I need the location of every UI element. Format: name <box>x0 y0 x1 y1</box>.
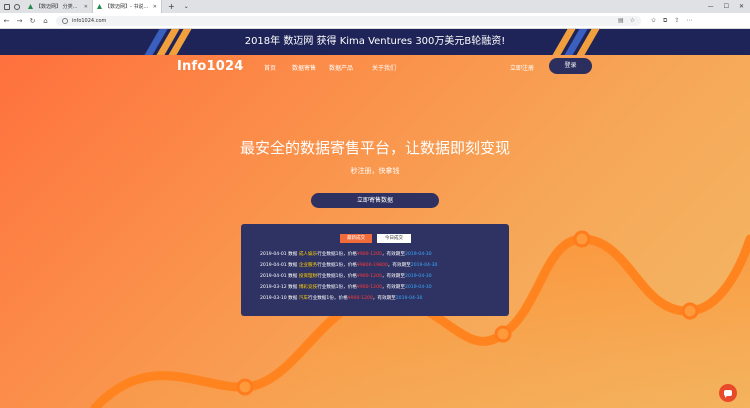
maximize-icon[interactable]: ☐ <box>724 3 729 10</box>
wave-node <box>573 230 591 248</box>
back-icon[interactable]: ← <box>0 17 13 25</box>
chat-support-button[interactable] <box>719 384 737 402</box>
favorites-icon[interactable]: ✩ <box>651 17 656 25</box>
nav-item-data-products[interactable]: 数据产品 <box>329 63 353 72</box>
favorite-star-icon[interactable]: ☆ <box>630 17 635 24</box>
site-logo[interactable]: Info1024 <box>177 59 243 74</box>
login-button[interactable]: 登录 <box>549 58 592 74</box>
new-tab-button[interactable]: + <box>162 0 181 13</box>
tab-latest-deals[interactable]: 最新成交 <box>340 234 372 243</box>
nav-item-about[interactable]: 关于我们 <box>372 63 396 72</box>
share-icon[interactable]: ⇪ <box>674 17 679 25</box>
tab-title: 【数迈网】 分类列表(数据) <box>36 4 81 10</box>
list-item: 2019-04-01 数据 企业服务行业数据1份，价格¥9800-19800，有… <box>260 263 438 268</box>
collections-icon[interactable]: ⧉ <box>663 17 667 25</box>
hero-subtitle: 秒注册，快拿钱 <box>350 167 400 175</box>
site-navbar: Info1024 首页 数据寄售 数据产品 关于我们 立即注册 登录 <box>0 55 750 81</box>
nav-item-home[interactable]: 首页 <box>264 63 276 72</box>
url-field[interactable]: info1024.com ▤ ☆ <box>56 15 641 26</box>
browser-tab-2[interactable]: 【数迈网】- 书说与数据 ✕ <box>93 0 162 13</box>
web-page: 2018年 数迈网 获得 Kima Ventures 300万美元B轮融资! I… <box>0 29 750 408</box>
hero-title: 最安全的数据寄售平台，让数据即刻变现 <box>239 139 510 157</box>
decorative-wave <box>90 230 750 408</box>
favicon-icon <box>97 4 102 9</box>
address-bar: ← → ↻ ⌂ info1024.com ▤ ☆ ✩ ⧉ ⇪ ⋯ <box>0 13 750 29</box>
close-window-icon[interactable]: ✕ <box>739 3 744 10</box>
list-item: 2019-04-01 数据 成人娱乐行业数据1份，价格¥900-1200，有效期… <box>260 252 432 257</box>
close-tab-icon[interactable]: ✕ <box>153 4 157 10</box>
url-actions: ▤ ☆ <box>618 17 635 24</box>
close-tab-icon[interactable]: ✕ <box>84 4 88 10</box>
chat-bubble-icon <box>724 390 732 398</box>
settings-more-icon[interactable]: ⋯ <box>686 17 692 25</box>
refresh-icon[interactable]: ↻ <box>26 17 39 25</box>
wave-node <box>681 302 699 320</box>
browser-tab-1[interactable]: 【数迈网】 分类列表(数据) ✕ <box>24 0 93 13</box>
toolbar-icons: ✩ ⧉ ⇪ ⋯ <box>651 17 692 25</box>
reader-icon[interactable]: ▤ <box>618 17 624 24</box>
url-text[interactable]: info1024.com <box>72 18 106 24</box>
window-controls: — ☐ ✕ <box>708 0 750 13</box>
list-item: 2019-03-10 数据 汽车行业数据1份，价格¥900-1200，有效期至2… <box>260 296 423 301</box>
forward-icon[interactable]: → <box>13 17 26 25</box>
window-menu-icon[interactable] <box>4 3 10 10</box>
browser-tab-strip: 【数迈网】 分类列表(数据) ✕ 【数迈网】- 书说与数据 ✕ + ⌄ — ☐ … <box>0 0 750 13</box>
register-link[interactable]: 立即注册 <box>510 63 534 72</box>
tab-today-deals[interactable]: 今日成交 <box>377 234 411 243</box>
favicon-icon <box>28 4 33 9</box>
minimize-icon[interactable]: — <box>708 3 714 10</box>
nav-item-data-consign[interactable]: 数据寄售 <box>292 63 316 72</box>
banner-text[interactable]: 2018年 数迈网 获得 Kima Ventures 300万美元B轮融资! <box>0 29 750 55</box>
wave-node <box>494 325 512 343</box>
tab-strip-actions <box>0 0 24 13</box>
site-info-icon[interactable] <box>62 17 68 24</box>
tab-actions-icon[interactable] <box>14 3 20 10</box>
transaction-list: 2019-04-01 数据 成人娱乐行业数据1份，价格¥900-1200，有效期… <box>260 249 437 304</box>
consign-data-button[interactable]: 立即寄售数据 <box>311 193 439 208</box>
home-icon[interactable]: ⌂ <box>39 17 52 25</box>
tab-list-chevron-icon[interactable]: ⌄ <box>181 0 192 13</box>
wave-node <box>236 378 254 396</box>
list-item: 2019-03-12 数据 博彩竞技行业数据1份，价格¥900-1200，有效期… <box>260 285 432 290</box>
transactions-panel: 最新成交 今日成交 2019-04-01 数据 成人娱乐行业数据1份，价格¥90… <box>241 224 509 316</box>
announcement-banner[interactable]: 2018年 数迈网 获得 Kima Ventures 300万美元B轮融资! <box>0 29 750 55</box>
list-item: 2019-04-01 数据 投资理财行业数据1份，价格¥900-1200，有效期… <box>260 274 432 279</box>
tab-title: 【数迈网】- 书说与数据 <box>105 4 150 10</box>
